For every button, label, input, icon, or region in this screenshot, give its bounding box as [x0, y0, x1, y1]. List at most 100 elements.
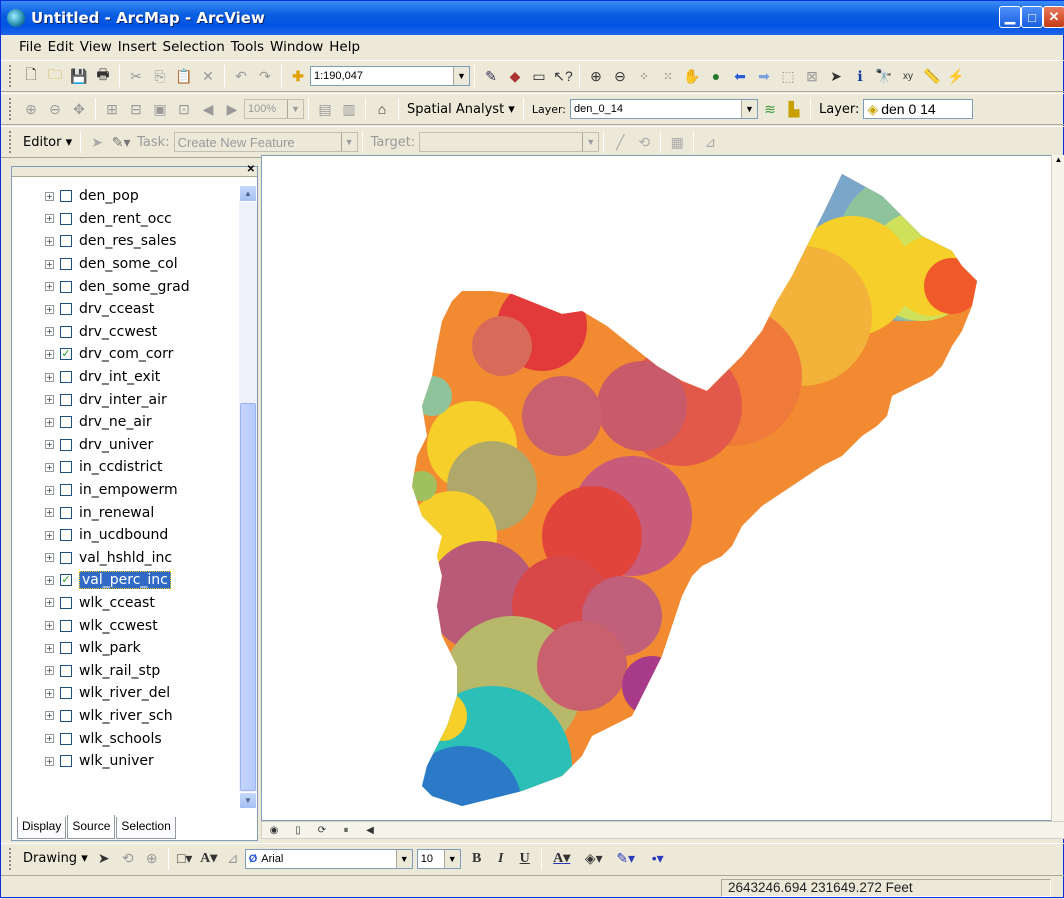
menu-tools[interactable]: Tools [231, 39, 264, 55]
layer-name[interactable]: drv_ccwest [79, 324, 157, 340]
layer-name[interactable]: wlk_univer [79, 753, 154, 769]
layer-row[interactable]: + drv_ccwest [12, 321, 232, 344]
layer-name[interactable]: in_ccdistrict [79, 459, 163, 475]
chevron-down-icon[interactable]: ▼ [443, 849, 460, 868]
layer-visibility-checkbox[interactable] [60, 664, 72, 677]
layer-row[interactable]: + den_some_col [12, 253, 232, 276]
chevron-down-icon[interactable]: ▼ [453, 67, 469, 85]
layer-visibility-checkbox[interactable] [60, 235, 72, 248]
refresh-icon[interactable]: ⟳ [312, 820, 332, 840]
expand-plus-icon[interactable]: + [45, 327, 54, 337]
expand-plus-icon[interactable]: + [45, 666, 54, 676]
expand-plus-icon[interactable]: + [45, 395, 54, 405]
expand-plus-icon[interactable]: + [45, 349, 54, 359]
map-scale-combo[interactable]: 1:190,047 ▼ [310, 66, 470, 86]
layer-visibility-checkbox[interactable] [60, 755, 72, 768]
layer-name[interactable]: den_rent_occ [79, 211, 172, 227]
italic-button[interactable]: I [491, 849, 511, 869]
layer-name[interactable]: drv_inter_air [79, 392, 167, 408]
toc-vertical-scrollbar[interactable]: ▲ ▼ [239, 185, 257, 809]
zoom-in-page-icon[interactable]: ⊕ [21, 99, 41, 119]
menu-view[interactable]: View [80, 39, 112, 55]
underline-button[interactable]: U [515, 849, 535, 869]
chart-bars-icon[interactable]: ▙ [784, 99, 804, 119]
layer-row[interactable]: + drv_inter_air [12, 388, 232, 411]
pan-page-icon[interactable]: ✥ [69, 99, 89, 119]
layer-name[interactable]: in_renewal [79, 505, 154, 521]
toolbar-grip[interactable] [9, 65, 13, 87]
layer-name[interactable]: wlk_schools [79, 731, 162, 747]
sketch-properties-icon[interactable]: ⊿ [700, 132, 720, 152]
add-data-icon[interactable]: ✚ [288, 66, 308, 86]
fixed-zoom-page-in-icon[interactable]: ⊞ [102, 99, 122, 119]
split-tool-icon[interactable]: ╱ [610, 132, 630, 152]
measure-icon[interactable]: 📏 [922, 66, 942, 86]
expand-plus-icon[interactable]: + [45, 621, 54, 631]
layer-row[interactable]: + ✓ val_perc_inc [12, 569, 232, 592]
pan-hand-icon[interactable]: ✋ [682, 66, 702, 86]
drawing-menu[interactable]: Drawing ▾ [23, 851, 88, 866]
map-vertical-scrollbar[interactable]: ▲ [1051, 155, 1064, 821]
select-elements-arrow-icon[interactable]: ➤ [94, 849, 114, 869]
layer-visibility-checkbox[interactable] [60, 529, 72, 542]
next-extent-page-icon[interactable]: ▶ [222, 99, 242, 119]
minimize-button[interactable]: ▁ [999, 6, 1021, 28]
forward-arrow-icon[interactable]: ➡ [754, 66, 774, 86]
toolbar-grip[interactable] [9, 131, 13, 153]
select-elements-icon[interactable]: ➤ [826, 66, 846, 86]
scroll-left-icon[interactable]: ◀ [360, 820, 380, 840]
command-line-icon[interactable]: ▭ [529, 66, 549, 86]
clear-selection-icon[interactable]: ⊠ [802, 66, 822, 86]
title-bar[interactable]: Untitled - ArcMap - ArcView ▁ □ ✕ [1, 1, 1064, 35]
save-icon[interactable]: 💾 [69, 66, 89, 86]
menu-selection[interactable]: Selection [163, 39, 225, 55]
layer-visibility-checkbox[interactable] [60, 461, 72, 474]
expand-plus-icon[interactable]: + [45, 553, 54, 563]
layer-row[interactable]: + in_renewal [12, 501, 232, 524]
layer-row[interactable]: + wlk_cceast [12, 592, 232, 615]
expand-plus-icon[interactable]: + [45, 485, 54, 495]
layer-visibility-checkbox[interactable] [60, 212, 72, 225]
histogram-icon[interactable]: ≋ [760, 99, 780, 119]
chevron-down-icon[interactable]: ▼ [340, 133, 357, 151]
task-combo[interactable]: Create New Feature ▼ [173, 132, 358, 152]
zoom-out-page-icon[interactable]: ⊖ [45, 99, 65, 119]
layer-row[interactable]: + drv_int_exit [12, 366, 232, 389]
edit-tool-arrow-icon[interactable]: ➤ [87, 132, 107, 152]
layer-visibility-checkbox[interactable] [60, 551, 72, 564]
map-canvas[interactable] [262, 156, 1064, 821]
layer-name[interactable]: wlk_cceast [79, 595, 155, 611]
expand-plus-icon[interactable]: + [45, 598, 54, 608]
sketch-pencil-icon[interactable]: ✎▾ [111, 132, 131, 152]
layer-name[interactable]: wlk_rail_stp [79, 663, 160, 679]
layer-name[interactable]: drv_int_exit [79, 369, 160, 385]
toggle-draft-icon[interactable]: ▤ [315, 99, 335, 119]
editor-menu[interactable]: Editor ▾ [23, 135, 72, 150]
layer-row[interactable]: + den_pop [12, 185, 232, 208]
expand-plus-icon[interactable]: + [45, 304, 54, 314]
fixed-zoom-in-icon[interactable]: ⁘ [634, 66, 654, 86]
layer-name[interactable]: drv_com_corr [79, 346, 173, 362]
full-extent-globe-icon[interactable]: ● [706, 66, 726, 86]
identify-icon[interactable]: ℹ [850, 66, 870, 86]
undo-icon[interactable]: ↶ [231, 66, 251, 86]
chevron-down-icon[interactable]: ▼ [287, 100, 303, 118]
layer-row[interactable]: + wlk_schools [12, 727, 232, 750]
expand-plus-icon[interactable]: + [45, 372, 54, 382]
spatial-layer-combo[interactable]: den_0_14 ▼ [570, 99, 759, 119]
maximize-button[interactable]: □ [1021, 6, 1043, 28]
layer-visibility-checkbox[interactable] [60, 438, 72, 451]
menu-edit[interactable]: Edit [48, 39, 74, 55]
layer-row[interactable]: + wlk_ccwest [12, 614, 232, 637]
page-zoom-combo[interactable]: 100% ▼ [244, 99, 304, 119]
layer-name[interactable]: val_perc_inc [79, 571, 171, 590]
layer-visibility-checkbox[interactable] [60, 280, 72, 293]
layer-row[interactable]: + drv_univer [12, 434, 232, 457]
previous-extent-page-icon[interactable]: ◀ [198, 99, 218, 119]
layout-view-toggle-icon[interactable]: ▯ [288, 820, 308, 840]
layer-name[interactable]: wlk_ccwest [79, 618, 158, 634]
layer-visibility-checkbox[interactable] [60, 190, 72, 203]
layer-row[interactable]: + drv_cceast [12, 298, 232, 321]
expand-plus-icon[interactable]: + [45, 643, 54, 653]
fixed-zoom-out-icon[interactable]: ⁙ [658, 66, 678, 86]
